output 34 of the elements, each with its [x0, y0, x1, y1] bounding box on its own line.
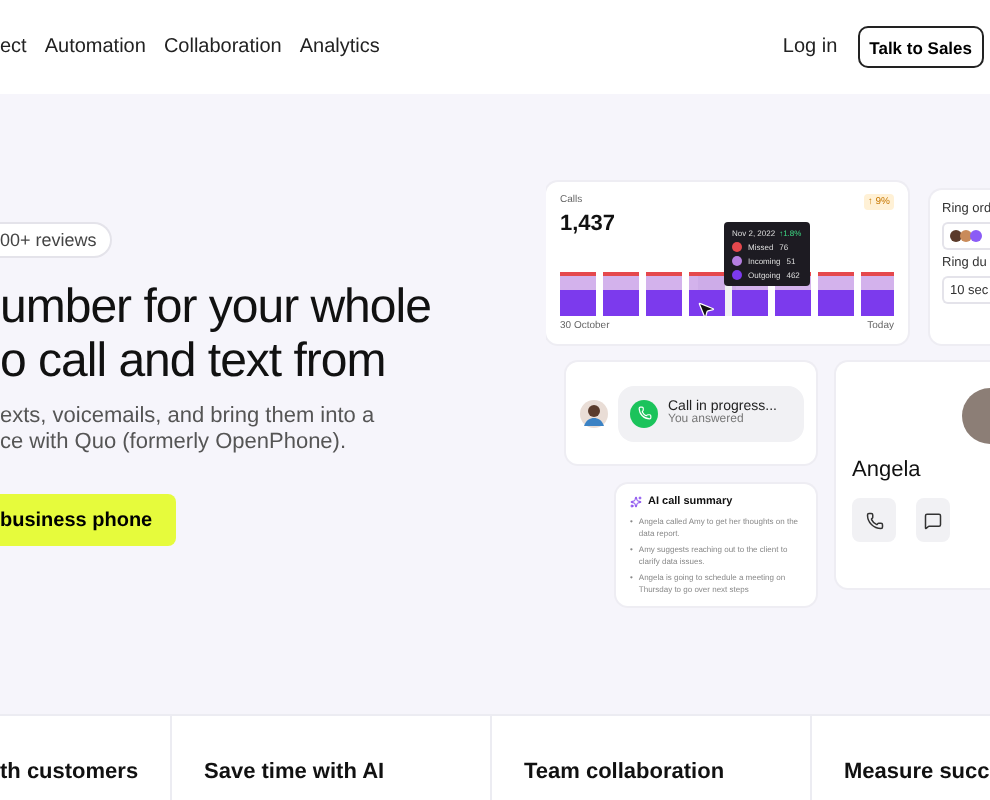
get-phone-button[interactable]: business phone [0, 494, 176, 546]
message-icon [924, 511, 942, 529]
nav-link[interactable]: ect [0, 36, 27, 58]
login-link[interactable]: Log in [782, 36, 838, 58]
call-button[interactable] [852, 498, 896, 542]
nav-link[interactable]: Automation [44, 36, 146, 58]
ring-order-field[interactable] [942, 222, 990, 250]
feature-title: th customers [0, 760, 139, 784]
hero-description: ce with Quo (formerly OpenPhone). [0, 430, 349, 456]
stacked-bar [603, 272, 639, 316]
reviews-badge: 00+ reviews [0, 222, 113, 258]
avatar [580, 399, 608, 427]
phone-icon [865, 511, 883, 529]
contact-name: Angela [852, 458, 923, 482]
talk-to-sales-button[interactable]: Talk to Sales [857, 26, 984, 68]
stacked-bar [689, 272, 725, 316]
stacked-bar [560, 272, 596, 316]
calls-total: 1,437 [560, 212, 616, 236]
avatar [962, 388, 990, 444]
cursor-icon [696, 300, 716, 320]
feature-title: Measure succ [844, 760, 990, 784]
stacked-bar [818, 272, 854, 316]
stacked-bar [646, 272, 682, 316]
nav-link[interactable]: Analytics [299, 36, 380, 58]
hero-description: exts, voicemails, and bring them into a [0, 404, 377, 430]
headline: o call and text from [0, 334, 388, 388]
feature-title: Team collaboration [524, 760, 725, 784]
phone-icon [630, 399, 658, 427]
sparkle-icon [630, 496, 642, 508]
message-button[interactable] [916, 498, 950, 542]
nav-link[interactable]: Collaboration [163, 36, 282, 58]
stacked-bar [861, 272, 894, 316]
feature-title: Save time with AI [204, 760, 385, 784]
headline: umber for your whole [0, 280, 433, 334]
